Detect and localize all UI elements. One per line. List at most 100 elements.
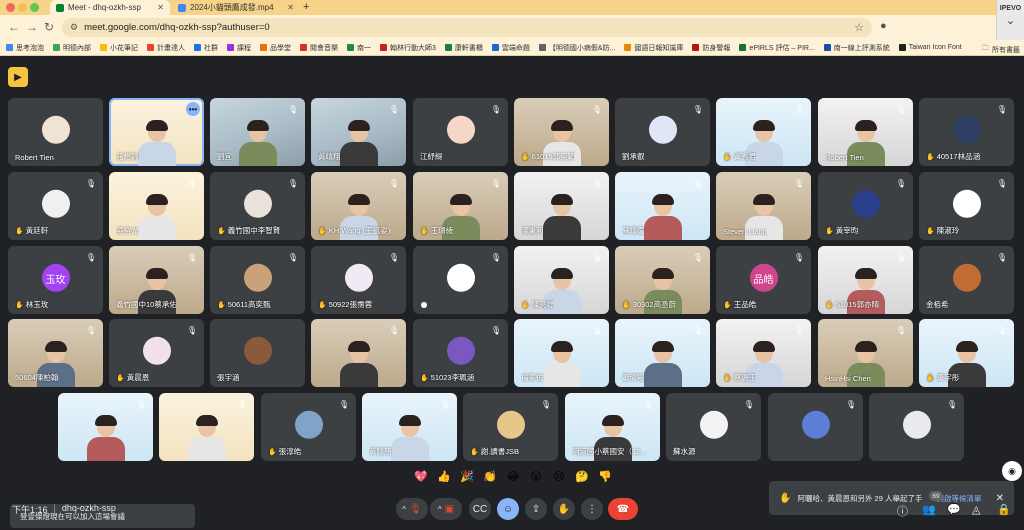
close-window-button[interactable] bbox=[6, 3, 15, 12]
tab-meet[interactable]: Meet - dhq-ozkh-ssp ✕ bbox=[50, 0, 170, 15]
participant-tile[interactable]: 🎙 ✋ 張淳皓 bbox=[261, 393, 356, 461]
participant-tile[interactable]: 🎙 ✋ 黃秀君 bbox=[716, 98, 811, 166]
more-options-button[interactable]: ⋮ bbox=[581, 498, 603, 520]
all-bookmarks-folder[interactable]: 🗀 所有書籤 bbox=[982, 44, 1020, 55]
participant-tile[interactable]: 🎙 HsinHsi Chen bbox=[818, 319, 913, 387]
chat-icon[interactable]: 💬 bbox=[947, 503, 961, 516]
participant-tile[interactable]: 🎙 Robert Tien bbox=[818, 98, 913, 166]
participant-tile[interactable]: Robert Tien bbox=[8, 98, 103, 166]
participant-tile[interactable]: 🎙 bbox=[58, 393, 153, 461]
participant-tile[interactable]: 🎙 ✋ KH Wang (王凱姿) bbox=[311, 172, 406, 240]
participant-tile[interactable]: 🎙 劉承叡 bbox=[615, 98, 710, 166]
minimize-window-button[interactable] bbox=[18, 3, 27, 12]
participant-tile[interactable]: 🎙 義竹國中10蔡承佑 bbox=[109, 246, 204, 314]
participant-tile[interactable]: 🎙 ✋ 謝.讀書JSB bbox=[463, 393, 558, 461]
participant-tile[interactable]: 🎙 bbox=[768, 393, 863, 461]
host-controls-icon[interactable]: 🔒 bbox=[997, 503, 1011, 516]
recording-badge-icon[interactable]: ▶ bbox=[8, 67, 28, 87]
chevron-up-icon[interactable]: ^ bbox=[438, 505, 442, 514]
profile-icon[interactable]: ● bbox=[880, 20, 887, 32]
participant-tile[interactable]: 張宇涵 bbox=[210, 319, 305, 387]
participant-tile[interactable]: 🎙 陳秉利 bbox=[514, 172, 609, 240]
participant-tile[interactable]: 🎙 bbox=[159, 393, 254, 461]
participant-tile[interactable]: 玉玫 🎙 ✋ 林玉玫 bbox=[8, 246, 103, 314]
participant-tile[interactable]: 🎙 ✋ 51023李珮涵 bbox=[413, 319, 508, 387]
participant-tile[interactable]: 🎙 ✋ 61015郭奕穎 bbox=[514, 98, 609, 166]
bookmark-item[interactable]: 明德內部 bbox=[53, 43, 91, 53]
reaction-emoji[interactable]: 👎 bbox=[597, 470, 613, 483]
bookmark-item[interactable]: 雲端命題 bbox=[491, 43, 530, 53]
participant-tile[interactable]: 🎙 劉宜 bbox=[210, 98, 305, 166]
participant-tile[interactable]: 🎙 明道國小蔡國安（12... bbox=[565, 393, 660, 461]
participant-tile[interactable]: 🎙 ✋ 黃廷軒 bbox=[8, 172, 103, 240]
tile-more-options-icon[interactable]: ••• bbox=[186, 102, 200, 116]
info-icon[interactable]: ⓘ bbox=[897, 503, 908, 519]
participant-tile[interactable]: 🎙 ✋ 蔡惠玉 bbox=[716, 319, 811, 387]
forward-arrow-icon[interactable]: → bbox=[26, 20, 38, 34]
participant-tile[interactable]: 🎙 蘇水源 bbox=[666, 393, 761, 461]
ipevo-extension[interactable]: IPEVO ⌄ bbox=[996, 0, 1024, 40]
participant-tile[interactable]: 🎙 蕭清殿 bbox=[615, 319, 710, 387]
bookmark-item[interactable]: 防身警報 bbox=[692, 43, 730, 53]
bookmark-item[interactable]: 翰林行動大師3 bbox=[380, 43, 436, 53]
reaction-emoji[interactable]: 🤔 bbox=[574, 470, 590, 483]
participant-tile[interactable]: 🎙 ✋ 陳亮妤 bbox=[514, 246, 609, 314]
reaction-emoji[interactable]: 👍 bbox=[436, 470, 452, 483]
participant-tile[interactable]: 🎙 ✋ 王璿綾 bbox=[413, 172, 508, 240]
bookmark-item[interactable]: 國語日報知識庫 bbox=[624, 43, 683, 53]
new-tab-button[interactable]: + bbox=[303, 0, 309, 14]
tab-close-icon[interactable]: ✕ bbox=[287, 3, 294, 12]
bookmark-item[interactable]: 思考泡泡 bbox=[6, 43, 44, 53]
participant-tile[interactable]: ••• 花想錦 bbox=[109, 98, 204, 166]
participant-tile[interactable]: 🎙 bbox=[311, 319, 406, 387]
reaction-emoji[interactable]: 😢 bbox=[551, 470, 567, 483]
leave-call-button[interactable]: ☎ bbox=[608, 498, 638, 520]
participant-tile[interactable]: 🎙 ✋ 40517林品涵 bbox=[919, 98, 1014, 166]
people-icon[interactable]: 👥 bbox=[922, 503, 936, 516]
bookmark-star-icon[interactable]: ☆ bbox=[854, 21, 864, 34]
reactions-button[interactable]: ☺ bbox=[497, 498, 519, 520]
reaction-emoji[interactable]: 🎉 bbox=[459, 470, 475, 483]
participant-tile[interactable]: 🎙 ✋ 50611高奕甄 bbox=[210, 246, 305, 314]
bookmark-item[interactable]: ePIRLS 評估 – PIR... bbox=[739, 43, 815, 53]
raise-hand-button[interactable]: ✋ bbox=[553, 498, 575, 520]
participant-tile[interactable]: 🎙 ✋ 蕭宇彤 bbox=[919, 319, 1014, 387]
companion-icon[interactable]: ◉ bbox=[1002, 461, 1022, 481]
activities-icon[interactable]: ◬ bbox=[972, 503, 980, 516]
camera-control[interactable]: ^ ▣ bbox=[430, 498, 462, 520]
bookmark-item[interactable]: 閱會音樂 bbox=[300, 43, 338, 53]
back-arrow-icon[interactable]: ← bbox=[8, 20, 20, 34]
participant-tile[interactable]: 🎙 ✋ 黃晨恩 bbox=[109, 319, 204, 387]
tab-video[interactable]: 2024小貓頭鷹成發.mp4 ✕ bbox=[172, 0, 300, 15]
reaction-emoji[interactable]: 😂 bbox=[505, 470, 521, 483]
participant-tile[interactable]: 🎙 bbox=[413, 246, 508, 314]
participant-tile[interactable]: 🎙 江紓緹 bbox=[413, 98, 508, 166]
participant-tile[interactable]: 🎙 bbox=[869, 393, 964, 461]
bookmark-item[interactable]: 南一線上評測系統 bbox=[823, 43, 890, 53]
bookmark-item[interactable]: 計畫達人 bbox=[147, 43, 185, 53]
bookmark-item[interactable]: 社群 bbox=[194, 43, 218, 53]
site-info-icon[interactable]: ⚙ bbox=[70, 22, 78, 33]
tab-close-icon[interactable]: ✕ bbox=[157, 3, 164, 12]
participant-tile[interactable]: 🎙 Steven Liang bbox=[716, 172, 811, 240]
participant-tile[interactable]: 🎙 黃靖翔 bbox=[311, 98, 406, 166]
participant-tile[interactable]: 🎙 ✋ 陳淑玲 bbox=[919, 172, 1014, 240]
bookmark-item[interactable]: Taiwan Icon Font bbox=[898, 44, 962, 51]
participant-tile[interactable]: 🎙 ✋ 50922張霈蓉 bbox=[311, 246, 406, 314]
address-bar[interactable]: ⚙ meet.google.com/dhq-ozkh-ssp?authuser=… bbox=[62, 18, 872, 37]
bookmark-item[interactable]: 課程 bbox=[227, 43, 251, 53]
bookmark-item[interactable]: 南一 bbox=[347, 43, 371, 53]
reaction-emoji[interactable]: 💖 bbox=[413, 470, 429, 483]
bookmark-item[interactable]: 康軒書櫃 bbox=[444, 43, 483, 53]
participant-tile[interactable]: 🎙 金栢希 bbox=[919, 246, 1014, 314]
reaction-emoji[interactable]: 👏 bbox=[482, 470, 498, 483]
captions-button[interactable]: CC bbox=[469, 498, 491, 520]
bookmark-item[interactable]: 品學堂 bbox=[260, 43, 291, 53]
participant-tile[interactable]: 🎙 吳裕光 bbox=[109, 172, 204, 240]
participant-tile[interactable]: 🎙 50604陳柏翰 bbox=[8, 319, 103, 387]
present-button[interactable]: ⇪ bbox=[525, 498, 547, 520]
reload-icon[interactable]: ↻ bbox=[44, 20, 54, 34]
participant-tile[interactable]: 🎙 ✋ 51015郭亦晴 bbox=[818, 246, 913, 314]
participant-tile[interactable]: 🎙 蘇靖媛 bbox=[615, 172, 710, 240]
chevron-up-icon[interactable]: ^ bbox=[402, 505, 406, 514]
